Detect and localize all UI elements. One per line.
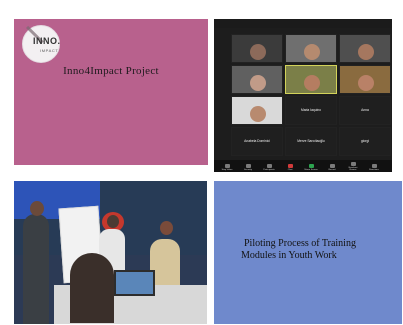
participant-face bbox=[304, 44, 320, 60]
piloting-title: Piloting Process of Training Modules in … bbox=[241, 238, 395, 262]
zoom-toolbar: Stop Video Security Participants Chat Share … bbox=[214, 160, 392, 172]
participant-face bbox=[250, 106, 266, 122]
toolbar-label: Chat bbox=[287, 169, 293, 171]
toolbar-icon bbox=[266, 164, 272, 168]
participant-name: Anabela Dominici bbox=[244, 139, 270, 143]
zoom-participant-tile bbox=[231, 96, 283, 125]
toolbar-label: Share Screen bbox=[304, 169, 318, 171]
participant-name: Maria Iaquino bbox=[301, 108, 321, 112]
zoom-participant-tile bbox=[285, 65, 337, 94]
zoom-participant-tile: Anna bbox=[339, 96, 391, 125]
participant-name: giorgi bbox=[360, 139, 370, 143]
photo-person-right-head bbox=[160, 221, 173, 235]
zoom-toolbar-button[interactable]: Share Screen bbox=[304, 164, 318, 171]
toolbar-icon bbox=[371, 164, 377, 168]
zoom-toolbar-button[interactable]: Record bbox=[325, 164, 339, 171]
zoom-participant-tile bbox=[285, 34, 337, 63]
zoom-toolbar-button[interactable]: Chat bbox=[283, 164, 297, 171]
inno-impact-logo: INNO. IMPACT bbox=[22, 25, 60, 63]
participant-face bbox=[358, 75, 374, 91]
zoom-participant-tile bbox=[339, 65, 391, 94]
logo-sub-text: IMPACT bbox=[40, 48, 59, 53]
photo-person-center-head bbox=[107, 215, 119, 228]
toolbar-icon bbox=[350, 162, 356, 166]
toolbar-label: Security bbox=[244, 169, 252, 171]
toolbar-label: Participants bbox=[263, 169, 275, 171]
participant-name: Merve Sarıcitaoğlu bbox=[297, 139, 325, 143]
zoom-toolbar-button[interactable]: Participants bbox=[262, 164, 276, 171]
toolbar-icon bbox=[287, 164, 293, 168]
zoom-participant-tile bbox=[339, 34, 391, 63]
toolbar-label: Reactions bbox=[369, 169, 379, 171]
participant-name: Anna bbox=[361, 108, 369, 112]
toolbar-label: Record bbox=[328, 169, 336, 171]
logo-main-text: INNO. bbox=[33, 36, 61, 46]
toolbar-label: Stop Video bbox=[221, 169, 233, 171]
piloting-title-line-1: Piloting Process of Training bbox=[244, 238, 356, 249]
zoom-toolbar-button[interactable]: Stop Video bbox=[220, 164, 234, 171]
zoom-top-bar bbox=[214, 19, 392, 28]
participant-face bbox=[250, 44, 266, 60]
zoom-participant-tile: giorgi bbox=[339, 127, 391, 156]
inno4impact-title-tile: INNO. IMPACT Inno4Impact Project bbox=[14, 19, 208, 165]
zoom-participant-tile bbox=[231, 65, 283, 94]
piloting-title-line-2: Modules in Youth Work bbox=[241, 250, 337, 261]
photo-seated-person bbox=[70, 253, 114, 323]
zoom-toolbar-button[interactable]: Breakout Rooms bbox=[346, 162, 360, 171]
project-title: Inno4Impact Project bbox=[63, 65, 159, 77]
piloting-process-title-tile: Piloting Process of Training Modules in … bbox=[214, 181, 402, 324]
photo-person-left-head bbox=[30, 201, 44, 216]
toolbar-icon bbox=[329, 164, 335, 168]
participant-face bbox=[250, 75, 266, 91]
photo-laptop bbox=[114, 270, 155, 296]
zoom-meeting-tile: Maria Iaquino Anna Anabela Dominici Merve S… bbox=[214, 19, 392, 172]
photo-person-left bbox=[23, 214, 49, 324]
workshop-photo-tile bbox=[14, 181, 207, 324]
participant-face bbox=[358, 44, 374, 60]
participant-face bbox=[304, 75, 320, 91]
zoom-participant-tile: Merve Sarıcitaoğlu bbox=[285, 127, 337, 156]
zoom-participant-tile bbox=[231, 34, 283, 63]
toolbar-icon bbox=[224, 164, 230, 168]
zoom-participant-tile: Maria Iaquino bbox=[285, 96, 337, 125]
zoom-toolbar-button[interactable]: Reactions bbox=[367, 164, 381, 171]
toolbar-label: Breakout Rooms bbox=[348, 167, 358, 171]
toolbar-icon bbox=[245, 164, 251, 168]
toolbar-icon bbox=[308, 164, 314, 168]
zoom-participant-tile: Anabela Dominici bbox=[231, 127, 283, 156]
zoom-toolbar-button[interactable]: Security bbox=[241, 164, 255, 171]
